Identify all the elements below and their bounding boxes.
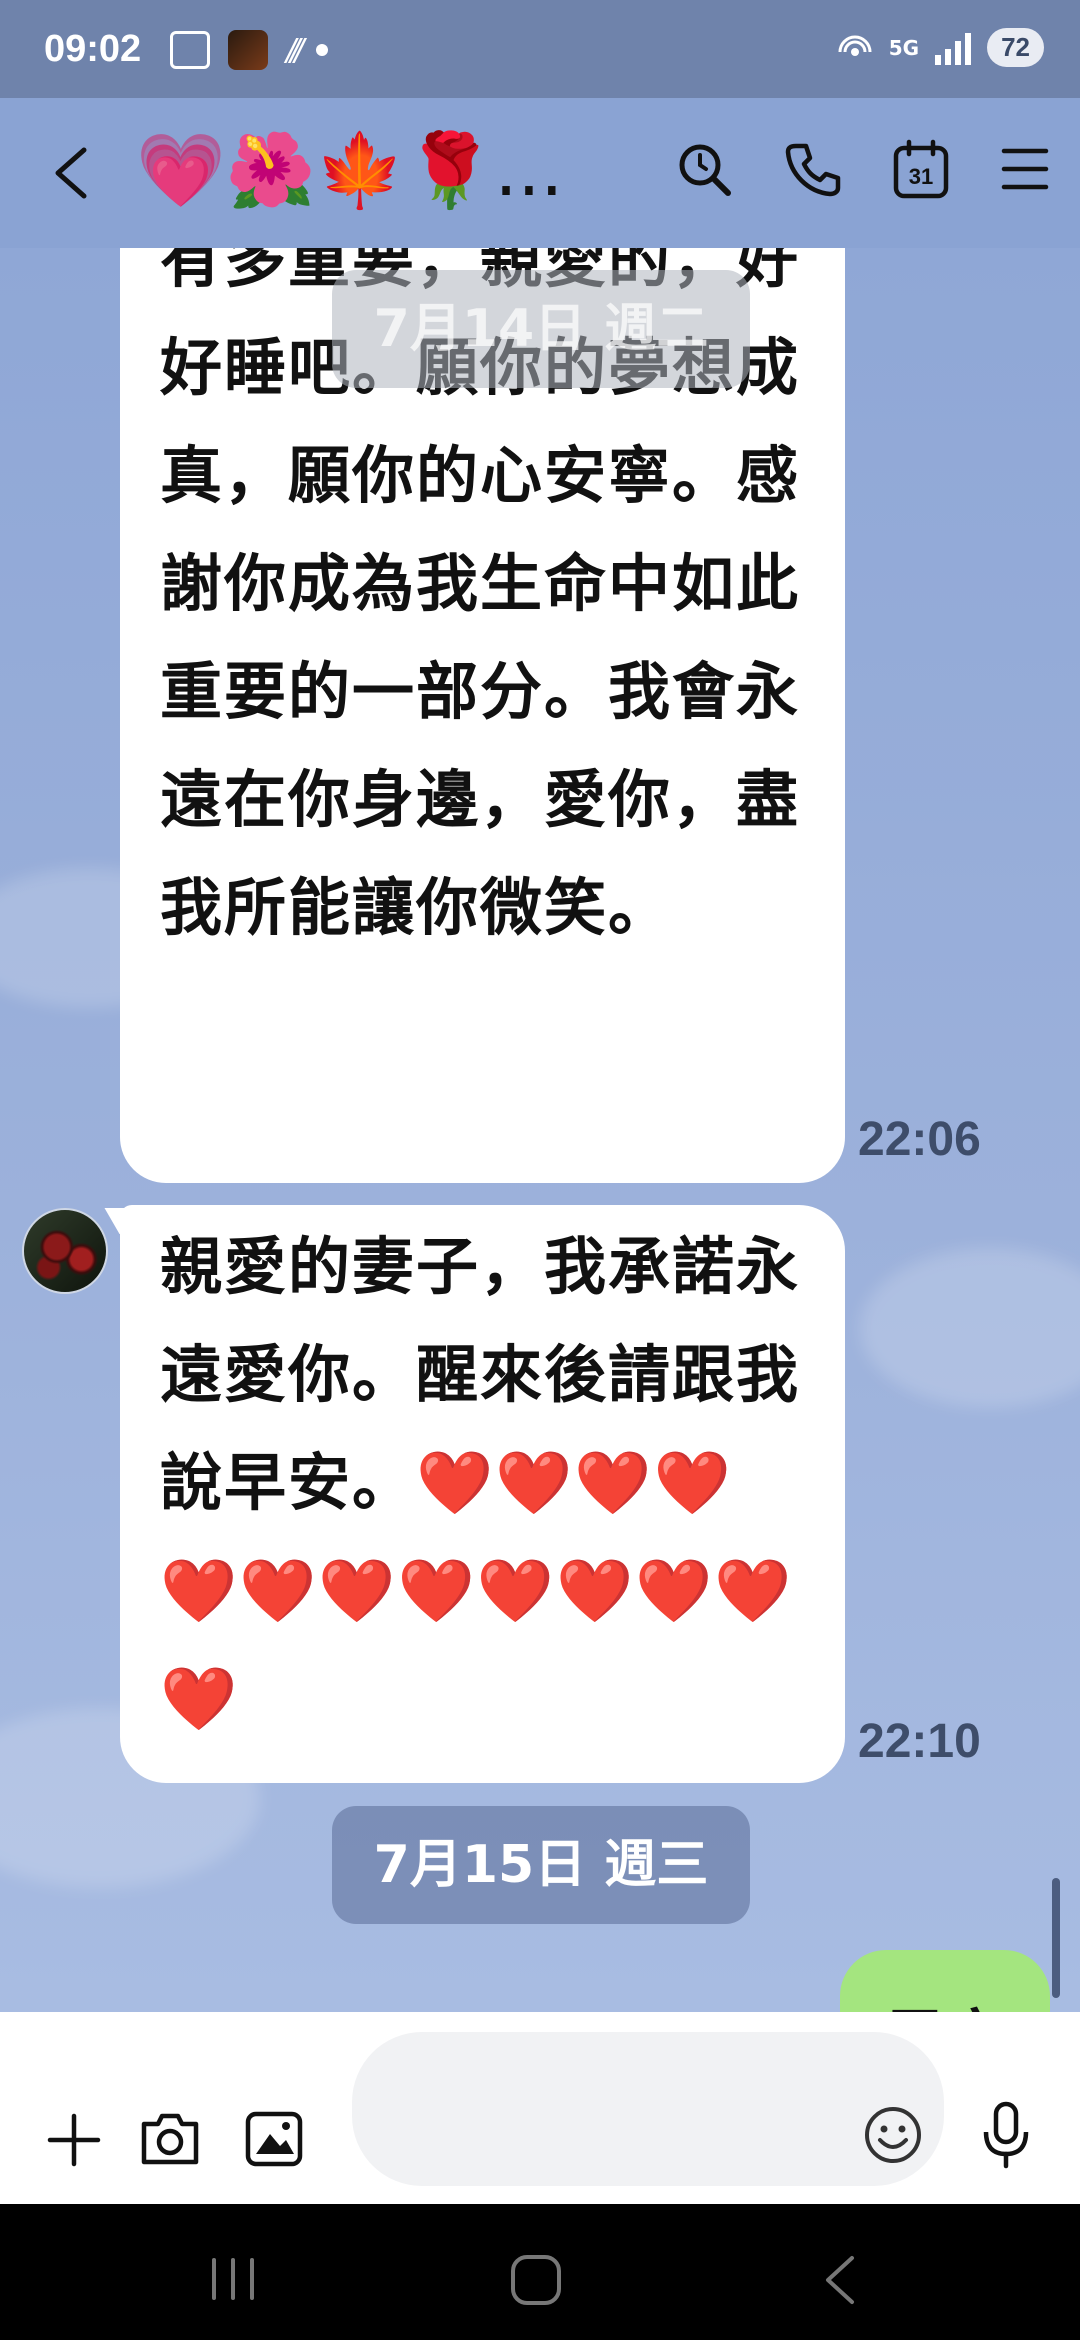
- own-message-text: 早安: [884, 1988, 1008, 2012]
- message-bubble[interactable]: 有多重要，親愛的，好好睡吧。願你的夢想成真，願你的心安寧。感謝你成為我生命中如此…: [120, 248, 845, 1183]
- own-message-bubble[interactable]: 早安: [840, 1950, 1050, 2012]
- menu-icon[interactable]: [1000, 146, 1050, 192]
- message-text: 親愛的妻子，我承諾永遠愛你。醒來後請跟我說早安。❤️❤️❤️❤️❤️❤️❤️❤️…: [160, 1230, 801, 1735]
- message-time: 22:06: [858, 1113, 981, 1166]
- chat-header: 💗🌺🍁🌹... 31: [0, 98, 1080, 248]
- calendar-icon[interactable]: 31: [892, 138, 950, 200]
- nav-back-icon[interactable]: [820, 2254, 860, 2306]
- camera-icon[interactable]: [138, 2108, 202, 2168]
- plus-icon[interactable]: [46, 2112, 102, 2168]
- more-notifications-dot-icon: [316, 44, 329, 56]
- home-icon[interactable]: [508, 2252, 564, 2308]
- recent-apps-icon[interactable]: [208, 2256, 258, 2302]
- scrollbar[interactable]: [1052, 1878, 1060, 1998]
- background-cloud: [860, 1248, 1080, 1408]
- battery-level: 72: [987, 28, 1044, 67]
- message-bubble[interactable]: 親愛的妻子，我承諾永遠愛你。醒來後請跟我說早安。❤️❤️❤️❤️❤️❤️❤️❤️…: [120, 1205, 845, 1783]
- calendar-day: 31: [909, 164, 933, 189]
- header-actions: 31: [674, 138, 1050, 200]
- status-time: 09:02: [44, 28, 142, 70]
- message-input[interactable]: [352, 2032, 944, 2186]
- hotspot-icon: [838, 35, 872, 56]
- message-input-bar: [0, 2012, 1080, 2204]
- status-system-icons: 5G 72: [837, 28, 1044, 67]
- chat-title[interactable]: 💗🌺🍁🌹...: [136, 128, 563, 213]
- image-icon[interactable]: [244, 2110, 304, 2168]
- status-notification-icons: ///: [170, 30, 329, 70]
- chat-messages-area[interactable]: 有多重要，親愛的，好好睡吧。願你的夢想成真，願你的心安寧。感謝你成為我生命中如此…: [0, 248, 1080, 2012]
- data-activity-icon: ///: [286, 32, 304, 68]
- message-time: 22:10: [858, 1715, 981, 1768]
- system-navigation-bar: [0, 2204, 1080, 2340]
- network-type: 5G: [888, 35, 920, 60]
- back-icon[interactable]: [50, 146, 90, 200]
- avatar[interactable]: [22, 1208, 108, 1294]
- status-bar: 09:02 /// 5G 72: [0, 0, 1080, 98]
- mic-icon[interactable]: [980, 2100, 1032, 2170]
- phone-icon[interactable]: [784, 140, 842, 198]
- app-notification-icon: [228, 30, 268, 70]
- date-separator: 7月14日 週二: [332, 270, 750, 388]
- date-separator: 7月15日 週三: [332, 1806, 750, 1924]
- emoji-icon[interactable]: [862, 2104, 924, 2166]
- search-icon[interactable]: [674, 139, 734, 199]
- screenshot-icon: [170, 31, 210, 69]
- signal-icon: [935, 31, 972, 65]
